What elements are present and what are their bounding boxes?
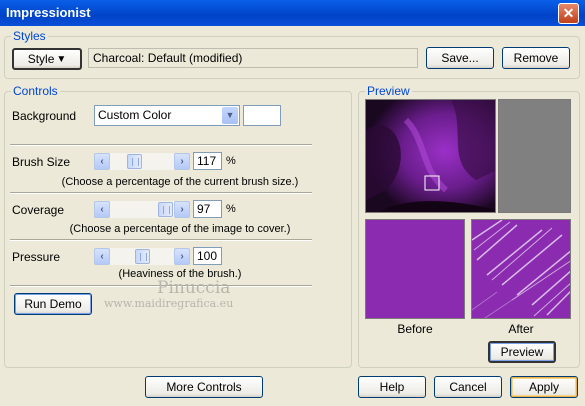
apply-label: Apply	[528, 380, 560, 394]
after-caption: After	[508, 322, 534, 336]
after-image	[471, 219, 571, 319]
slider-track[interactable]	[110, 248, 174, 265]
remove-button[interactable]: Remove	[502, 47, 570, 69]
save-button-label: Save...	[441, 51, 479, 65]
brush-size-decrease-icon[interactable]: ‹	[94, 153, 110, 170]
coverage-increase-icon[interactable]: ›	[174, 201, 190, 218]
current-style-field: Charcoal: Default (modified)	[88, 48, 418, 68]
after-svg	[472, 220, 570, 318]
brush-size-slider[interactable]: ‹ ›	[94, 153, 190, 170]
coverage-slider[interactable]: ‹ ›	[94, 201, 190, 218]
preview-legend: Preview	[367, 84, 410, 98]
chevron-down-icon: ▼	[222, 107, 238, 124]
run-demo-button[interactable]: Run Demo	[14, 293, 92, 315]
dialog-client: Styles Style ▼ Charcoal: Default (modifi…	[0, 26, 585, 406]
before-image	[365, 219, 465, 319]
window-title: Impressionist	[6, 5, 91, 20]
close-button[interactable]: ✕	[558, 3, 579, 24]
pressure-decrease-icon[interactable]: ‹	[94, 248, 110, 265]
divider	[10, 239, 312, 241]
close-icon: ✕	[562, 5, 575, 21]
help-button[interactable]: Help	[358, 376, 426, 398]
controls-legend: Controls	[13, 84, 58, 98]
watermark-url: www.maidiregrafica.eu	[104, 297, 234, 310]
slider-track[interactable]	[110, 153, 174, 170]
coverage-label: Coverage	[12, 203, 65, 217]
before-caption: Before	[397, 322, 433, 336]
brush-size-input[interactable]: 117	[193, 152, 222, 170]
dropdown-arrow-icon: ▼	[56, 53, 67, 65]
background-color-swatch[interactable]	[243, 105, 281, 126]
help-label: Help	[379, 380, 405, 394]
watermark-name: Pinuccia	[157, 278, 231, 298]
preview-button-label: Preview	[500, 345, 544, 359]
preview-button[interactable]: Preview	[488, 341, 556, 363]
more-controls-label: More Controls	[166, 380, 242, 394]
background-select-value: Custom Color	[98, 108, 172, 122]
coverage-decrease-icon[interactable]: ‹	[94, 201, 110, 218]
coverage-input[interactable]: 97	[193, 200, 222, 218]
cancel-label: Cancel	[449, 380, 487, 394]
run-demo-label: Run Demo	[24, 297, 82, 311]
preview-gray-area	[498, 99, 571, 213]
background-select[interactable]: Custom Color ▼	[94, 105, 240, 126]
style-button[interactable]: Style ▼	[12, 48, 82, 70]
style-button-label: Style	[27, 52, 55, 66]
brush-size-thumb[interactable]	[127, 154, 142, 169]
divider	[10, 144, 312, 146]
preview-main-svg	[366, 100, 495, 212]
preview-main-image[interactable]	[365, 99, 496, 213]
coverage-thumb[interactable]	[158, 202, 173, 217]
cancel-button[interactable]: Cancel	[434, 376, 502, 398]
more-controls-button[interactable]: More Controls	[145, 376, 263, 398]
pressure-slider[interactable]: ‹ ›	[94, 248, 190, 265]
remove-button-label: Remove	[513, 51, 559, 65]
brush-size-increase-icon[interactable]: ›	[174, 153, 190, 170]
pressure-increase-icon[interactable]: ›	[174, 248, 190, 265]
brush-size-label: Brush Size	[12, 155, 71, 169]
pressure-thumb[interactable]	[135, 249, 150, 264]
title-bar: Impressionist ✕	[0, 0, 585, 26]
slider-track[interactable]	[110, 201, 174, 218]
styles-legend: Styles	[13, 29, 46, 43]
divider	[10, 192, 312, 194]
coverage-hint: (Choose a percentage of the image to cov…	[69, 223, 291, 235]
apply-button[interactable]: Apply	[510, 376, 578, 398]
coverage-unit: %	[226, 203, 236, 215]
brush-size-hint: (Choose a percentage of the current brus…	[61, 176, 299, 188]
brush-size-unit: %	[226, 155, 236, 167]
pressure-input[interactable]: 100	[193, 247, 222, 265]
save-button[interactable]: Save...	[426, 47, 494, 69]
pressure-label: Pressure	[12, 250, 61, 264]
background-label: Background	[12, 109, 77, 123]
